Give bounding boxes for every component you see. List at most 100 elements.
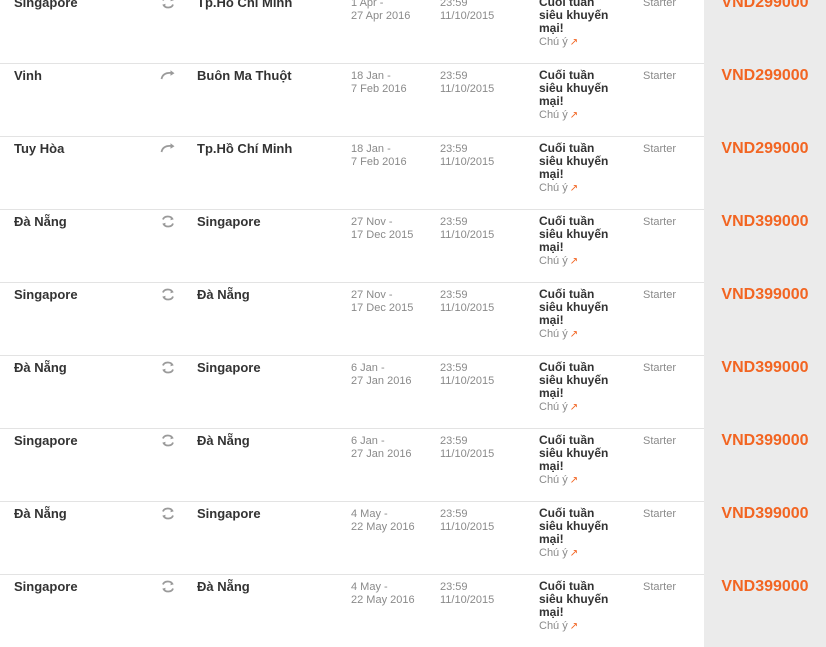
travel-period: 18 Jan -7 Feb 2016 — [351, 70, 407, 96]
price-link[interactable]: VND399000 — [704, 578, 826, 596]
travel-period: 27 Nov -17 Dec 2015 — [351, 216, 413, 242]
travel-end: 7 Feb 2016 — [351, 156, 407, 168]
origin-city: Đà Nẵng — [14, 214, 67, 229]
fare-row[interactable]: Đà Nẵng Singapore 4 May -22 May 2016 23:59 1… — [0, 502, 826, 575]
note-link[interactable]: Chú ý ↗ — [539, 547, 629, 560]
booking-deadline: 23:59 11/10/2015 — [440, 289, 494, 315]
price-link[interactable]: VND299000 — [704, 140, 826, 158]
fare-row[interactable]: Singapore Tp.Hồ Chí Minh 1 Apr -27 Apr 201… — [0, 0, 826, 64]
deadline-time: 23:59 — [440, 508, 468, 520]
note-label: Chú ý — [539, 547, 568, 559]
deadline-time: 23:59 — [440, 289, 468, 301]
fare-row[interactable]: Singapore Đà Nẵng 6 Jan -27 Jan 2016 23:59 1… — [0, 429, 826, 502]
fare-row[interactable]: Đà Nẵng Singapore 6 Jan -27 Jan 2016 23:59 1… — [0, 356, 826, 429]
deadline-date: 11/10/2015 — [440, 302, 495, 314]
promo-name-line: mại! — [539, 459, 564, 473]
external-arrow-icon: ↗ — [569, 183, 579, 194]
origin-city: Singapore — [14, 287, 78, 302]
travel-start: 4 May - — [351, 581, 388, 593]
travel-start: 18 Jan - — [351, 70, 391, 82]
promo-info: Cuối tuần siêu khuyến mại! Chú ý ↗ — [539, 215, 629, 268]
deadline-time: 23:59 — [440, 581, 468, 593]
price-link[interactable]: VND399000 — [704, 505, 826, 523]
note-link[interactable]: Chú ý ↗ — [539, 36, 629, 49]
price-link[interactable]: VND299000 — [704, 0, 826, 12]
booking-deadline: 23:59 11/10/2015 — [440, 581, 494, 607]
fare-row[interactable]: Đà Nẵng Singapore 27 Nov -17 Dec 2015 23:59… — [0, 210, 826, 283]
note-label: Chú ý — [539, 255, 568, 267]
promo-name-line: mại! — [539, 167, 564, 181]
fare-class: Starter — [643, 70, 677, 82]
note-link[interactable]: Chú ý ↗ — [539, 401, 629, 414]
price-link[interactable]: VND399000 — [704, 432, 826, 450]
travel-start: 6 Jan - — [351, 362, 385, 374]
fare-class: Starter — [643, 0, 677, 9]
price-link[interactable]: VND399000 — [704, 359, 826, 377]
promo-info: Cuối tuần siêu khuyến mại! Chú ý ↗ — [539, 434, 629, 487]
round-trip-icon — [160, 288, 178, 302]
promo-name-line: mại! — [539, 532, 564, 546]
price-link[interactable]: VND399000 — [704, 213, 826, 231]
one-way-icon — [160, 69, 178, 83]
external-arrow-icon: ↗ — [569, 402, 579, 413]
fare-class: Starter — [643, 143, 677, 155]
travel-start: 4 May - — [351, 508, 388, 520]
deadline-date: 11/10/2015 — [440, 594, 495, 606]
travel-period: 4 May -22 May 2016 — [351, 508, 415, 534]
note-link[interactable]: Chú ý ↗ — [539, 182, 629, 195]
external-arrow-icon: ↗ — [569, 110, 579, 121]
fare-row[interactable]: Vinh Buôn Ma Thuột 18 Jan -7 Feb 2016 23:59… — [0, 64, 826, 137]
promo-info: Cuối tuần siêu khuyến mại! Chú ý ↗ — [539, 361, 629, 414]
travel-end: 27 Jan 2016 — [351, 448, 412, 460]
deadline-time: 23:59 — [440, 0, 468, 9]
fare-class: Starter — [643, 362, 677, 374]
price-link[interactable]: VND299000 — [704, 67, 826, 85]
round-trip-icon — [160, 434, 178, 448]
deadline-time: 23:59 — [440, 435, 468, 447]
travel-period: 4 May -22 May 2016 — [351, 581, 415, 607]
fare-class: Starter — [643, 216, 677, 228]
promo-info: Cuối tuần siêu khuyến mại! Chú ý ↗ — [539, 142, 629, 195]
price-link[interactable]: VND399000 — [704, 286, 826, 304]
deadline-time: 23:59 — [440, 70, 468, 82]
fare-row[interactable]: Singapore Đà Nẵng 4 May -22 May 2016 23:59 1… — [0, 575, 826, 647]
booking-deadline: 23:59 11/10/2015 — [440, 70, 494, 96]
promo-name-line: mại! — [539, 94, 564, 108]
destination-city: Đà Nẵng — [197, 287, 250, 302]
round-trip-icon — [160, 580, 178, 594]
note-link[interactable]: Chú ý ↗ — [539, 620, 629, 633]
note-link[interactable]: Chú ý ↗ — [539, 109, 629, 122]
deadline-date: 11/10/2015 — [440, 448, 495, 460]
destination-city: Singapore — [197, 214, 261, 229]
destination-city: Đà Nẵng — [197, 433, 250, 448]
destination-city: Tp.Hồ Chí Minh — [197, 141, 293, 156]
promo-name-line: mại! — [539, 605, 564, 619]
booking-deadline: 23:59 11/10/2015 — [440, 216, 494, 242]
note-link[interactable]: Chú ý ↗ — [539, 255, 629, 268]
travel-period: 6 Jan -27 Jan 2016 — [351, 435, 412, 461]
booking-deadline: 23:59 11/10/2015 — [440, 143, 494, 169]
promo-name-line: mại! — [539, 386, 564, 400]
note-label: Chú ý — [539, 474, 568, 486]
round-trip-icon — [160, 215, 178, 229]
travel-start: 6 Jan - — [351, 435, 385, 447]
note-link[interactable]: Chú ý ↗ — [539, 328, 629, 341]
origin-city: Đà Nẵng — [14, 506, 67, 521]
deadline-time: 23:59 — [440, 143, 468, 155]
external-arrow-icon: ↗ — [569, 329, 579, 340]
destination-city: Đà Nẵng — [197, 579, 250, 594]
fare-row[interactable]: Tuy Hòa Tp.Hồ Chí Minh 18 Jan -7 Feb 2016 2… — [0, 137, 826, 210]
travel-end: 22 May 2016 — [351, 521, 415, 533]
travel-end: 17 Dec 2015 — [351, 229, 414, 241]
deadline-date: 11/10/2015 — [440, 521, 495, 533]
promo-name-line: mại! — [539, 240, 564, 254]
fare-row[interactable]: Singapore Đà Nẵng 27 Nov -17 Dec 2015 23:59… — [0, 283, 826, 356]
note-link[interactable]: Chú ý ↗ — [539, 474, 629, 487]
round-trip-icon — [160, 0, 178, 10]
booking-deadline: 23:59 11/10/2015 — [440, 0, 494, 23]
travel-period: 6 Jan -27 Jan 2016 — [351, 362, 412, 388]
note-label: Chú ý — [539, 36, 568, 48]
travel-end: 27 Apr 2016 — [351, 10, 411, 22]
fare-class: Starter — [643, 289, 677, 301]
note-label: Chú ý — [539, 401, 568, 413]
